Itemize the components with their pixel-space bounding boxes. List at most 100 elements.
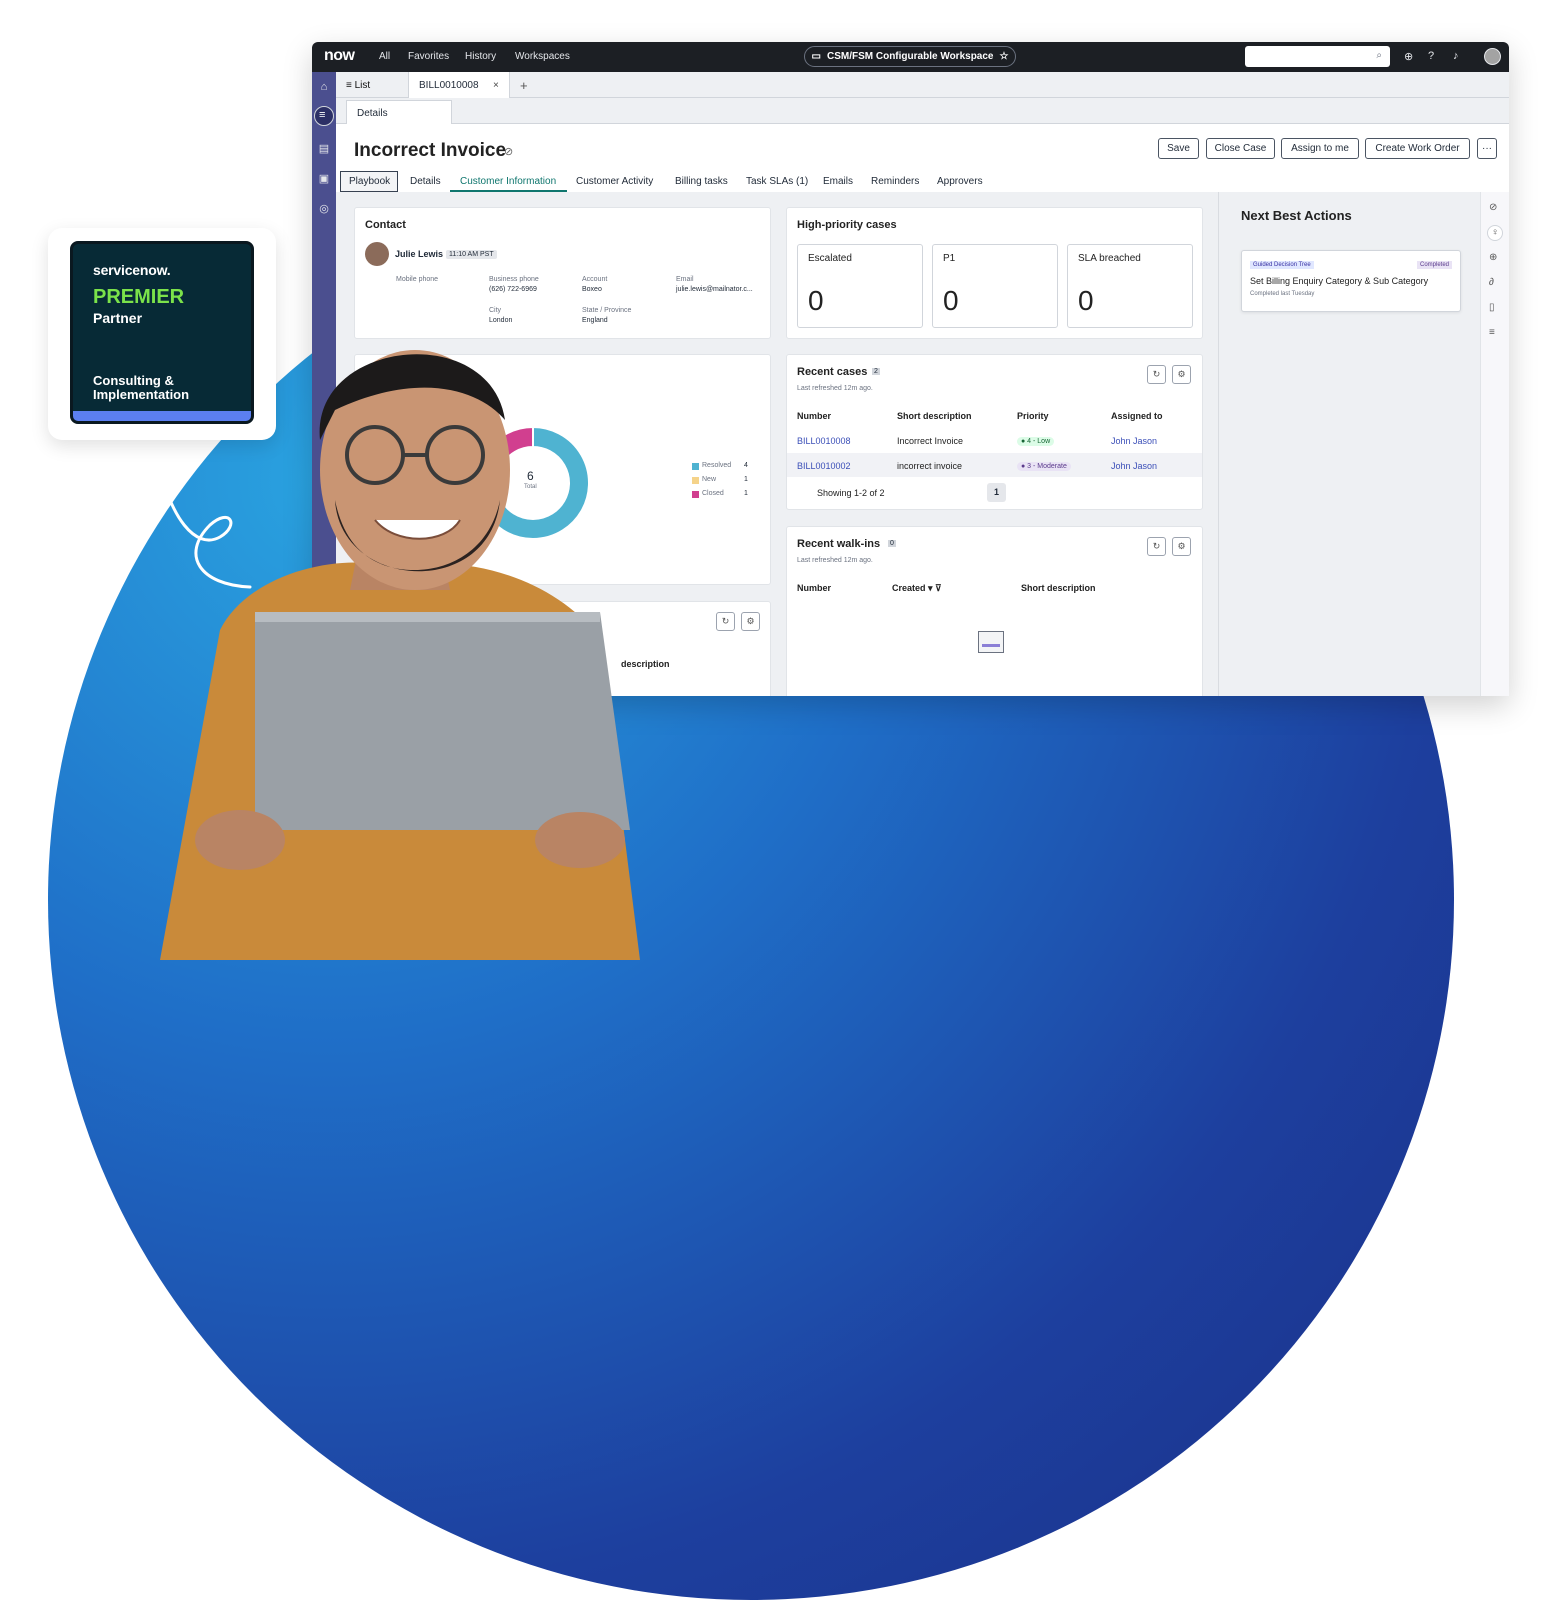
nav-all[interactable]: All	[379, 51, 390, 62]
next-best-actions-panel: Next Best Actions Guided Decision Tree C…	[1218, 192, 1480, 696]
list-icon[interactable]: ≡	[314, 106, 334, 126]
nav-workspaces[interactable]: Workspaces	[515, 51, 570, 62]
column-header[interactable]: Priority	[1017, 411, 1049, 421]
help-icon[interactable]: ?	[1428, 50, 1434, 62]
headset-icon[interactable]: ◎	[317, 202, 331, 216]
stat-p1[interactable]: P1 0	[932, 244, 1058, 328]
star-icon[interactable]: ☆	[1000, 51, 1009, 62]
next-best-actions-title: Next Best Actions	[1241, 208, 1352, 223]
account-value[interactable]: Boxeo	[582, 286, 602, 293]
page-button[interactable]: 1	[987, 483, 1006, 502]
subtab-details[interactable]: Details	[346, 100, 452, 124]
gear-icon[interactable]: ⚙	[1172, 537, 1191, 556]
email-value[interactable]: julie.lewis@mailnator.c...	[676, 286, 753, 293]
contact-title: Contact	[365, 219, 406, 231]
legend-count: 1	[744, 476, 748, 483]
legend-count: 4	[744, 462, 748, 469]
tag-icon[interactable]: ⊘	[504, 145, 513, 158]
tab-task-slas[interactable]: Task SLAs (1)	[746, 176, 808, 187]
status-badge: Completed	[1416, 261, 1452, 269]
globe-icon[interactable]: ⊕	[1489, 252, 1497, 263]
now-logo[interactable]: now	[324, 47, 355, 65]
sub-tabs-bar: Details	[336, 98, 1509, 124]
legend-swatch	[692, 463, 699, 470]
stat-label: P1	[943, 253, 956, 264]
save-button[interactable]: Save	[1158, 138, 1199, 159]
action-card[interactable]: Guided Decision Tree Completed Set Billi…	[1241, 250, 1461, 312]
field-label: Email	[676, 276, 694, 283]
stat-escalated[interactable]: Escalated 0	[797, 244, 923, 328]
recent-cases-title: Recent cases	[797, 366, 868, 378]
nav-favorites[interactable]: Favorites	[408, 51, 449, 62]
assignee-link[interactable]: John Jason	[1111, 461, 1157, 471]
column-header[interactable]: Created ▾ ⊽	[892, 583, 942, 594]
stat-value: 0	[808, 285, 824, 316]
pagination-summary: Showing 1-2 of 2	[817, 488, 885, 498]
user-avatar[interactable]	[1484, 48, 1501, 65]
tab-list[interactable]: ≡ List	[346, 80, 370, 91]
refresh-icon[interactable]: ↻	[1147, 365, 1166, 384]
contact-avatar	[365, 242, 389, 266]
tab-playbook[interactable]: Playbook	[349, 176, 390, 187]
document-icon[interactable]: ▯	[1489, 302, 1495, 313]
priority-badge: ● 4 - Low	[1017, 437, 1055, 446]
workspace-name: CSM/FSM Configurable Workspace	[826, 51, 994, 62]
contact-name[interactable]: Julie Lewis	[395, 249, 443, 259]
refresh-icon[interactable]: ↻	[1147, 537, 1166, 556]
legend-count: 1	[744, 490, 748, 497]
global-search-input[interactable]: ⌕	[1245, 46, 1390, 67]
assignee-link[interactable]: John Jason	[1111, 436, 1157, 446]
assign-to-me-button[interactable]: Assign to me	[1281, 138, 1359, 159]
column-header[interactable]: Short description	[897, 411, 972, 421]
tab-approvers[interactable]: Approvers	[937, 176, 983, 187]
stat-label: Escalated	[808, 253, 852, 264]
compose-icon[interactable]: ≡	[1489, 327, 1495, 338]
tag-icon[interactable]: ⊘	[1489, 202, 1497, 213]
field-label: Account	[582, 276, 608, 283]
action-tag: Guided Decision Tree	[1250, 261, 1314, 269]
inbox-icon[interactable]: ▤	[317, 142, 331, 156]
paperclip-icon[interactable]: ∂	[1489, 277, 1494, 288]
home-icon[interactable]: ⌂	[317, 80, 331, 94]
column-header[interactable]: Number	[797, 411, 831, 421]
recent-walkins-count: 0	[888, 540, 896, 547]
workspace-selector[interactable]: ▭ CSM/FSM Configurable Workspace ☆	[804, 46, 1016, 67]
badge-brand: servicenow.	[93, 262, 171, 278]
bell-icon[interactable]: ♪	[1453, 50, 1459, 62]
recent-cases-card: Recent cases 2 Last refreshed 12m ago. ↻…	[786, 354, 1203, 510]
action-title[interactable]: Set Billing Enquiry Category & Sub Categ…	[1250, 276, 1428, 286]
tab-details[interactable]: Details	[410, 176, 441, 187]
gear-icon[interactable]: ⚙	[1172, 365, 1191, 384]
more-actions-button[interactable]: ···	[1477, 138, 1497, 159]
nav-history[interactable]: History	[465, 51, 496, 62]
tab-record[interactable]: BILL0010008 ×	[408, 72, 510, 98]
column-header[interactable]: Short description	[1021, 583, 1096, 593]
stat-label: SLA breached	[1078, 253, 1141, 264]
case-number-link[interactable]: BILL0010002	[797, 461, 851, 471]
globe-icon[interactable]: ⊕	[1404, 50, 1413, 63]
legend-label: New	[702, 476, 717, 483]
close-case-button[interactable]: Close Case	[1206, 138, 1275, 159]
tab-emails[interactable]: Emails	[823, 176, 853, 187]
column-header[interactable]: Assigned to	[1111, 411, 1163, 421]
column-header[interactable]: Number	[797, 583, 831, 593]
tab-billing-tasks[interactable]: Billing tasks	[675, 176, 728, 187]
tab-customer-information[interactable]: Customer Information	[460, 176, 556, 187]
add-tab-button[interactable]: +	[520, 78, 528, 93]
create-work-order-button[interactable]: Create Work Order	[1365, 138, 1470, 159]
tab-customer-activity[interactable]: Customer Activity	[576, 176, 653, 187]
recent-walkins-title: Recent walk-ins	[797, 538, 881, 550]
refresh-icon[interactable]: ↻	[716, 612, 735, 631]
close-icon[interactable]: ×	[493, 80, 499, 91]
action-time: Completed last Tuesday	[1250, 291, 1315, 297]
tray-icon[interactable]: ▣	[317, 172, 331, 186]
lightbulb-icon[interactable]: ♀	[1487, 225, 1503, 241]
gear-icon[interactable]: ⚙	[741, 612, 760, 631]
tab-reminders[interactable]: Reminders	[871, 176, 919, 187]
recent-walkins-card: Recent walk-ins 0 Last refreshed 12m ago…	[786, 526, 1203, 696]
stat-value: 0	[1078, 285, 1094, 316]
stat-sla-breached[interactable]: SLA breached 0	[1067, 244, 1193, 328]
refreshed-text: Last refreshed 12m ago.	[797, 385, 873, 392]
case-number-link[interactable]: BILL0010008	[797, 436, 851, 446]
legend-label: Resolved	[702, 462, 732, 469]
